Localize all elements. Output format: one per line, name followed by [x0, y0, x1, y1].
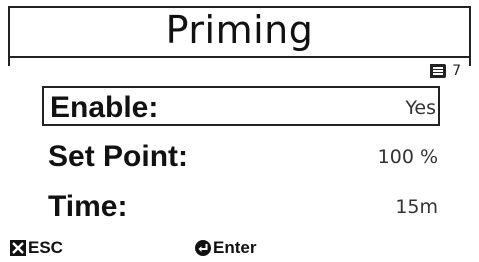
setting-value: 100 %	[377, 146, 438, 168]
enter-arrow-icon	[195, 240, 211, 256]
setting-row-set-point[interactable]: Set Point: 100 %	[42, 137, 440, 177]
setting-row-enable[interactable]: Enable: Yes	[42, 86, 440, 126]
setting-value: Yes	[405, 97, 436, 119]
setting-label: Set Point:	[48, 140, 188, 173]
x-icon	[10, 240, 26, 256]
enter-softkey[interactable]: Enter	[195, 236, 256, 260]
page-number: 7	[452, 63, 461, 79]
setting-value: 15m	[395, 196, 438, 218]
menu-list-icon	[430, 64, 447, 78]
setting-row-time[interactable]: Time: 15m	[42, 187, 440, 227]
enter-label: Enter	[213, 238, 257, 257]
page-title: Priming	[165, 8, 314, 52]
esc-softkey[interactable]: ESC	[10, 236, 63, 260]
title-divider	[8, 56, 471, 58]
setting-label: Enable:	[50, 91, 159, 124]
setting-label: Time:	[48, 190, 128, 223]
lcd-screen: Priming 7 Enable: Yes Set Point: 100 % T…	[0, 0, 479, 262]
esc-label: ESC	[28, 238, 63, 257]
softkey-bar: ESC Enter	[0, 236, 479, 260]
page-indicator: 7	[430, 62, 461, 80]
